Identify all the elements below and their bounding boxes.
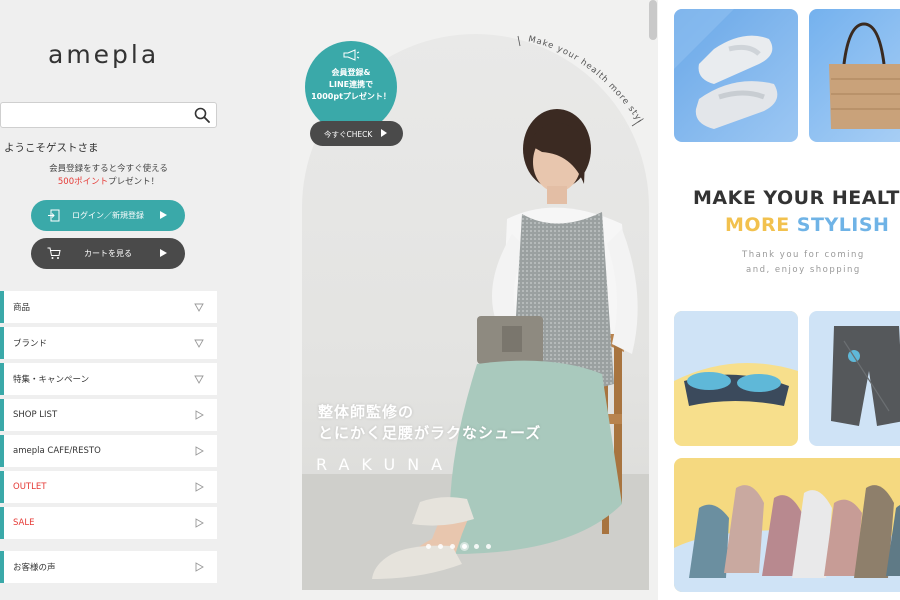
tagline-stylish: STYLISH	[796, 214, 890, 236]
sidebar-item-label: ブランド	[13, 339, 48, 349]
search-input[interactable]	[0, 102, 217, 128]
scrollbar-thumb[interactable]	[649, 0, 657, 40]
line-promo-badge[interactable]: 会員登録& LINE連携で 1000ptプレゼント！	[305, 41, 397, 133]
product-tile-insoles[interactable]	[674, 311, 798, 446]
sidebar-item-label: お客様の声	[13, 563, 56, 573]
sidebar-item-label: OUTLET	[13, 482, 47, 492]
carousel-dot[interactable]	[438, 544, 443, 549]
badge-line3: 1000ptプレゼント！	[311, 92, 391, 101]
login-register-button[interactable]: ログイン／新規登録	[31, 200, 185, 231]
product-tile-pumps[interactable]	[674, 458, 900, 592]
tagline-more: MORE	[725, 214, 797, 236]
hero-copy-line1: 整体師監修の	[318, 403, 415, 421]
play-arrow-icon	[160, 211, 167, 219]
hero-copy-line2: とにかく足腰がラクなシューズ	[318, 424, 542, 442]
carousel-dot[interactable]	[486, 544, 491, 549]
sidebar: amepla ようこそゲストさま 会員登録をすると今すぐ使える 500ポイントプ…	[0, 0, 290, 600]
basket-bag-image	[829, 22, 900, 129]
curved-tagline-text: Make your health more stylish	[510, 30, 644, 126]
megaphone-icon	[343, 49, 360, 61]
hero-copy: 整体師監修の とにかく足腰がラクなシューズ	[318, 402, 541, 444]
view-cart-button[interactable]: カートを見る	[31, 238, 185, 269]
carousel-dot-active[interactable]	[462, 544, 467, 549]
sidebar-item-outlet[interactable]: OUTLET	[0, 471, 217, 503]
product-grid: MAKE YOUR HEALTH MORE STYLISH Thank you …	[658, 0, 900, 600]
triangle-down-icon	[194, 339, 204, 348]
triangle-right-icon	[195, 410, 204, 420]
sidebar-menu: 商品 ブランド 特集・キャンペーン SHOP LIST amepla CAFE/…	[0, 291, 217, 587]
sidebar-item-features[interactable]: 特集・キャンペーン	[0, 363, 217, 395]
sidebar-item-label: 特集・キャンペーン	[13, 375, 90, 385]
triangle-down-icon	[194, 375, 204, 384]
curved-tagline: Make your health more stylish	[510, 30, 645, 127]
carousel-dot[interactable]	[474, 544, 479, 549]
hero-banner[interactable]: Make your health more stylish 会員登録& LINE…	[290, 0, 658, 600]
hero-brand-name: RAKUNA	[316, 455, 455, 474]
menu-divider	[0, 543, 217, 551]
triangle-right-icon	[195, 562, 204, 572]
sidebar-item-label: SALE	[13, 518, 35, 528]
carousel-dot[interactable]	[426, 544, 431, 549]
sidebar-item-reviews[interactable]: お客様の声	[0, 551, 217, 583]
tagline-subheading: MORE STYLISH	[725, 214, 889, 236]
sidebar-item-shop-list[interactable]: SHOP LIST	[0, 399, 217, 431]
welcome-text: ようこそゲストさま	[4, 142, 99, 154]
badge-line1: 会員登録&	[331, 68, 371, 77]
tagline-welcome: Thank you for coming and, enjoy shopping	[742, 248, 865, 278]
promo-line1: 会員登録をすると今すぐ使える	[49, 164, 168, 174]
play-arrow-icon	[160, 249, 167, 257]
product-tile-sandals[interactable]	[674, 9, 798, 142]
welcome-line1: Thank you for coming	[742, 250, 865, 260]
tagline-heading: MAKE YOUR HEALTH	[693, 187, 900, 209]
welcome-line2: and, enjoy shopping	[746, 265, 861, 275]
triangle-right-icon	[195, 446, 204, 456]
sidebar-item-cafe[interactable]: amepla CAFE/RESTO	[0, 435, 217, 467]
sandal-image	[674, 9, 778, 129]
triangle-down-icon	[194, 303, 204, 312]
site-logo[interactable]: amepla	[48, 40, 159, 69]
check-now-button[interactable]: 今すぐCHECK	[310, 121, 403, 146]
svg-text:Make your health more stylish: Make your health more stylish	[510, 30, 645, 126]
sidebar-item-label: 商品	[13, 303, 31, 313]
promo-points: 500ポイント	[57, 177, 109, 187]
sidebar-item-label: amepla CAFE/RESTO	[13, 446, 101, 456]
product-tile-shorts[interactable]	[809, 311, 900, 446]
check-now-label: 今すぐCHECK	[324, 130, 373, 139]
carousel-dots	[426, 544, 491, 549]
pumps-image	[674, 485, 900, 592]
triangle-right-icon	[195, 518, 204, 528]
shorts-image	[831, 326, 900, 426]
sidebar-item-label: SHOP LIST	[13, 410, 58, 420]
promo-text: 会員登録をすると今すぐ使える 500ポイントプレゼント！	[0, 163, 217, 189]
play-arrow-icon	[381, 129, 387, 137]
sidebar-item-sale[interactable]: SALE	[0, 507, 217, 539]
badge-line2: LINE連携で	[328, 80, 374, 89]
badge-text: 会員登録& LINE連携で 1000ptプレゼント！	[305, 67, 397, 103]
triangle-right-icon	[195, 482, 204, 492]
sidebar-item-brands[interactable]: ブランド	[0, 327, 217, 359]
search-icon[interactable]	[194, 107, 210, 123]
promo-line2: プレゼント！	[108, 177, 160, 187]
product-tile-basket-bag[interactable]	[809, 9, 900, 142]
sidebar-item-products[interactable]: 商品	[0, 291, 217, 323]
carousel-dot[interactable]	[450, 544, 455, 549]
insole-image	[674, 311, 798, 406]
